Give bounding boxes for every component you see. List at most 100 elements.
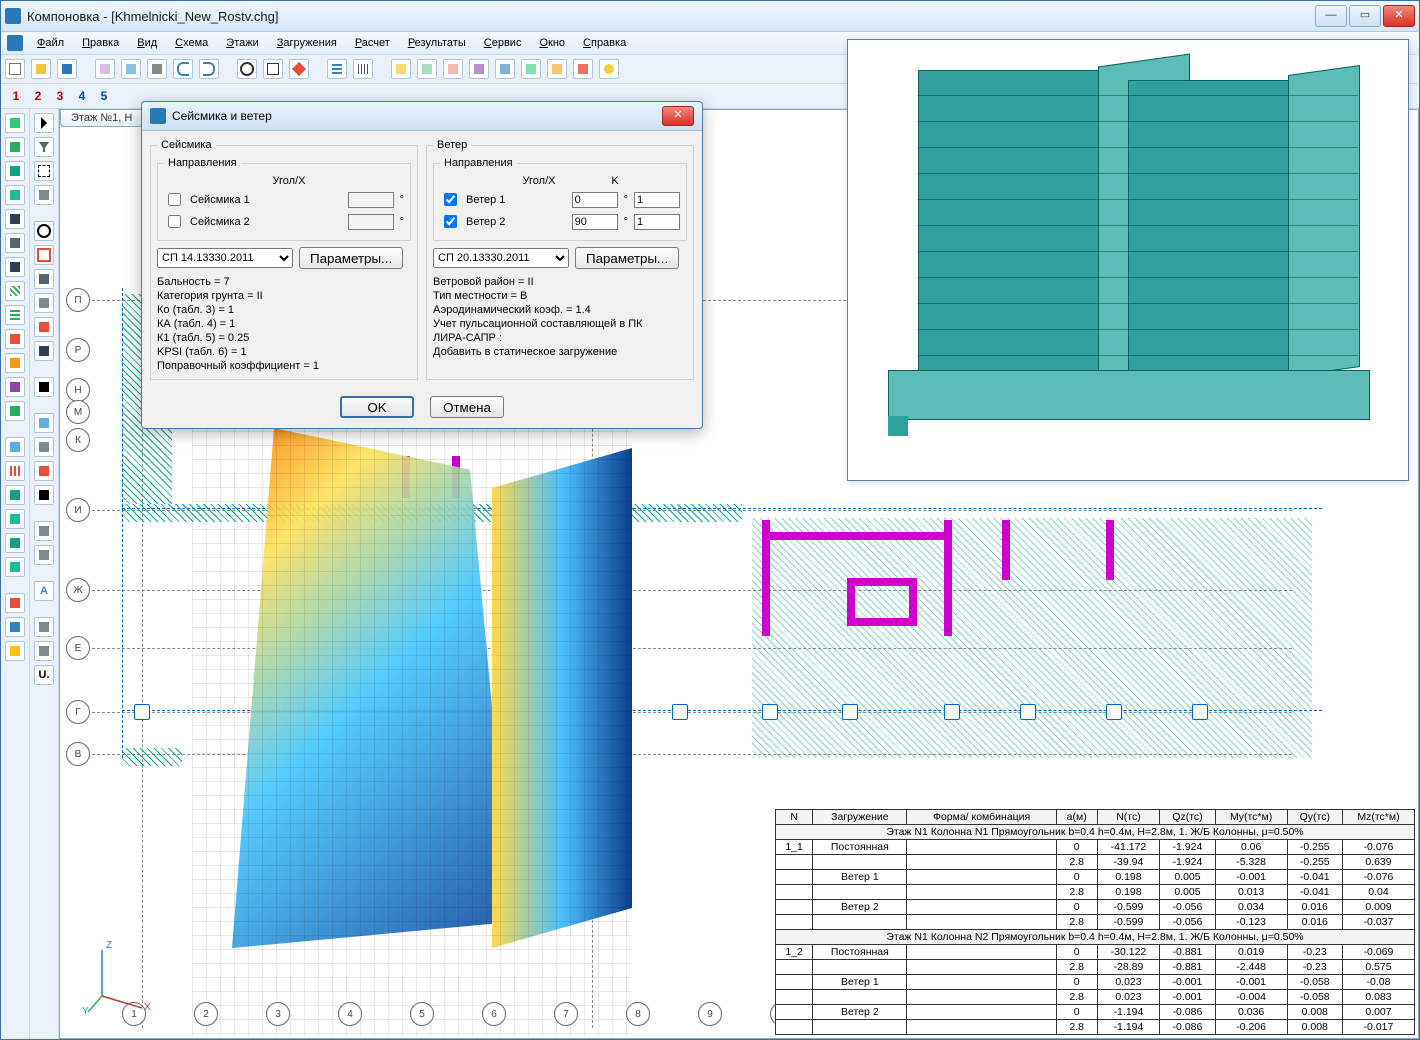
tool-icon[interactable] — [573, 59, 593, 79]
tool-icon[interactable] — [34, 293, 54, 313]
view-icon[interactable] — [5, 557, 25, 577]
wind-params-button[interactable]: Параметры... — [575, 247, 679, 269]
tool-icon[interactable] — [521, 59, 541, 79]
table-row[interactable]: 2.8-0.599-0.056-0.1230.016-0.037 — [776, 915, 1415, 930]
tool-icon[interactable] — [34, 641, 54, 661]
tool-icon[interactable] — [147, 59, 167, 79]
seismic1-angle-input[interactable] — [348, 192, 394, 208]
column-icon[interactable] — [5, 113, 25, 133]
tool-icon[interactable] — [5, 353, 25, 373]
text-u-icon[interactable]: U. — [34, 665, 54, 685]
rect-icon[interactable] — [34, 245, 54, 265]
menu-results[interactable]: Результаты — [400, 35, 474, 51]
toggle-icon[interactable] — [417, 59, 437, 79]
zoom-icon[interactable] — [237, 59, 257, 79]
table-row[interactable]: Ветер 100.023-0.001-0.001-0.058-0.08 — [776, 975, 1415, 990]
line-icon[interactable] — [5, 257, 25, 277]
load-icon[interactable] — [5, 329, 25, 349]
tool-icon[interactable] — [121, 59, 141, 79]
seismic1-checkbox[interactable] — [168, 193, 181, 206]
menu-service[interactable]: Сервис — [476, 35, 530, 51]
filter-icon[interactable] — [34, 137, 54, 157]
view-icon[interactable] — [5, 509, 25, 529]
tool-icon[interactable] — [34, 341, 54, 361]
load-number[interactable]: 1 — [7, 89, 25, 103]
menu-loads[interactable]: Загружения — [269, 35, 345, 51]
tool-icon[interactable] — [34, 437, 54, 457]
ok-button[interactable]: OK — [340, 396, 414, 418]
draw-icon[interactable] — [5, 641, 25, 661]
seismic2-checkbox[interactable] — [168, 215, 181, 228]
beam-icon[interactable] — [5, 137, 25, 157]
wind1-angle-input[interactable] — [572, 192, 618, 208]
pencil-icon[interactable] — [289, 59, 309, 79]
menu-help[interactable]: Справка — [575, 35, 634, 51]
minimize-button[interactable]: — — [1315, 5, 1347, 27]
tool-icon[interactable] — [34, 521, 54, 541]
preview-3d-panel[interactable] — [847, 39, 1409, 481]
toggle-icon[interactable] — [443, 59, 463, 79]
table-row[interactable]: 1_1Постоянная0-41.172-1.9240.06-0.255-0.… — [776, 840, 1415, 855]
tool-icon[interactable] — [34, 545, 54, 565]
maximize-button[interactable]: ▭ — [1349, 5, 1381, 27]
menu-edit[interactable]: Правка — [74, 35, 127, 51]
tool-icon[interactable] — [34, 413, 54, 433]
table-row[interactable]: 2.80.023-0.001-0.004-0.0580.083 — [776, 990, 1415, 1005]
tool-icon[interactable] — [34, 269, 54, 289]
settings-icon[interactable] — [469, 59, 489, 79]
wind2-angle-input[interactable] — [572, 214, 618, 230]
save-icon[interactable] — [57, 59, 77, 79]
seismic-code-select[interactable]: СП 14.13330.2011 — [157, 248, 293, 268]
menu-floors[interactable]: Этажи — [218, 35, 266, 51]
tool-icon[interactable] — [95, 59, 115, 79]
tool-icon[interactable] — [34, 185, 54, 205]
text-a-icon[interactable]: A — [34, 581, 54, 601]
view-icon[interactable] — [5, 437, 25, 457]
load-number[interactable]: 4 — [73, 89, 91, 103]
undo-icon[interactable] — [173, 59, 193, 79]
help-icon[interactable] — [599, 59, 619, 79]
wind2-checkbox[interactable] — [444, 215, 457, 228]
table-row[interactable]: Ветер 20-1.194-0.0860.0360.0080.007 — [776, 1005, 1415, 1020]
table-row[interactable]: 2.8-28.89-0.881-2.448-0.230.575 — [776, 960, 1415, 975]
wind2-k-input[interactable] — [634, 214, 680, 230]
line-icon[interactable] — [5, 233, 25, 253]
results-table[interactable]: N Загружение Форма/ комбинация a(м) N(тс… — [775, 809, 1415, 1035]
cursor-icon[interactable] — [34, 113, 54, 133]
table-row[interactable]: 1_2Постоянная0-30.122-0.8810.019-0.23-0.… — [776, 945, 1415, 960]
titlebar[interactable]: Компоновка - [Khmelnicki_New_Rostv.chg] … — [1, 1, 1419, 32]
table-row[interactable]: 2.8-39.94-1.924-5.328-0.2550.639 — [776, 855, 1415, 870]
view-icon[interactable] — [5, 485, 25, 505]
table-row[interactable]: 2.80.1980.0050.013-0.0410.04 — [776, 885, 1415, 900]
seismic-wind-dialog[interactable]: Сейсмика и ветер ✕ Сейсмика Направления … — [141, 101, 703, 429]
layers-icon[interactable] — [327, 59, 347, 79]
draw-icon[interactable] — [5, 617, 25, 637]
open-icon[interactable] — [31, 59, 51, 79]
tool-icon[interactable] — [495, 59, 515, 79]
grid-icon[interactable] — [5, 305, 25, 325]
hatched-icon[interactable] — [5, 281, 25, 301]
seismic-params-button[interactable]: Параметры... — [299, 247, 403, 269]
select-icon[interactable] — [34, 161, 54, 181]
zoom-fit-icon[interactable] — [263, 59, 283, 79]
redo-icon[interactable] — [199, 59, 219, 79]
table-row[interactable]: Ветер 20-0.599-0.0560.0340.0160.009 — [776, 900, 1415, 915]
tool-icon[interactable] — [34, 461, 54, 481]
arrows-icon[interactable] — [34, 377, 54, 397]
draw-icon[interactable] — [5, 593, 25, 613]
support-icon[interactable] — [5, 401, 25, 421]
wind1-k-input[interactable] — [634, 192, 680, 208]
load-number[interactable]: 5 — [95, 89, 113, 103]
new-icon[interactable] — [5, 59, 25, 79]
view-icon[interactable] — [5, 533, 25, 553]
slab-icon[interactable] — [5, 185, 25, 205]
grid-icon[interactable] — [353, 59, 373, 79]
load-number[interactable]: 2 — [29, 89, 47, 103]
seismic2-angle-input[interactable] — [348, 214, 394, 230]
scissors-icon[interactable] — [34, 485, 54, 505]
tool-icon[interactable] — [34, 317, 54, 337]
toggle-icon[interactable] — [391, 59, 411, 79]
close-button[interactable]: ✕ — [1383, 5, 1415, 27]
line-icon[interactable] — [5, 209, 25, 229]
wind-code-select[interactable]: СП 20.13330.2011 — [433, 248, 569, 268]
